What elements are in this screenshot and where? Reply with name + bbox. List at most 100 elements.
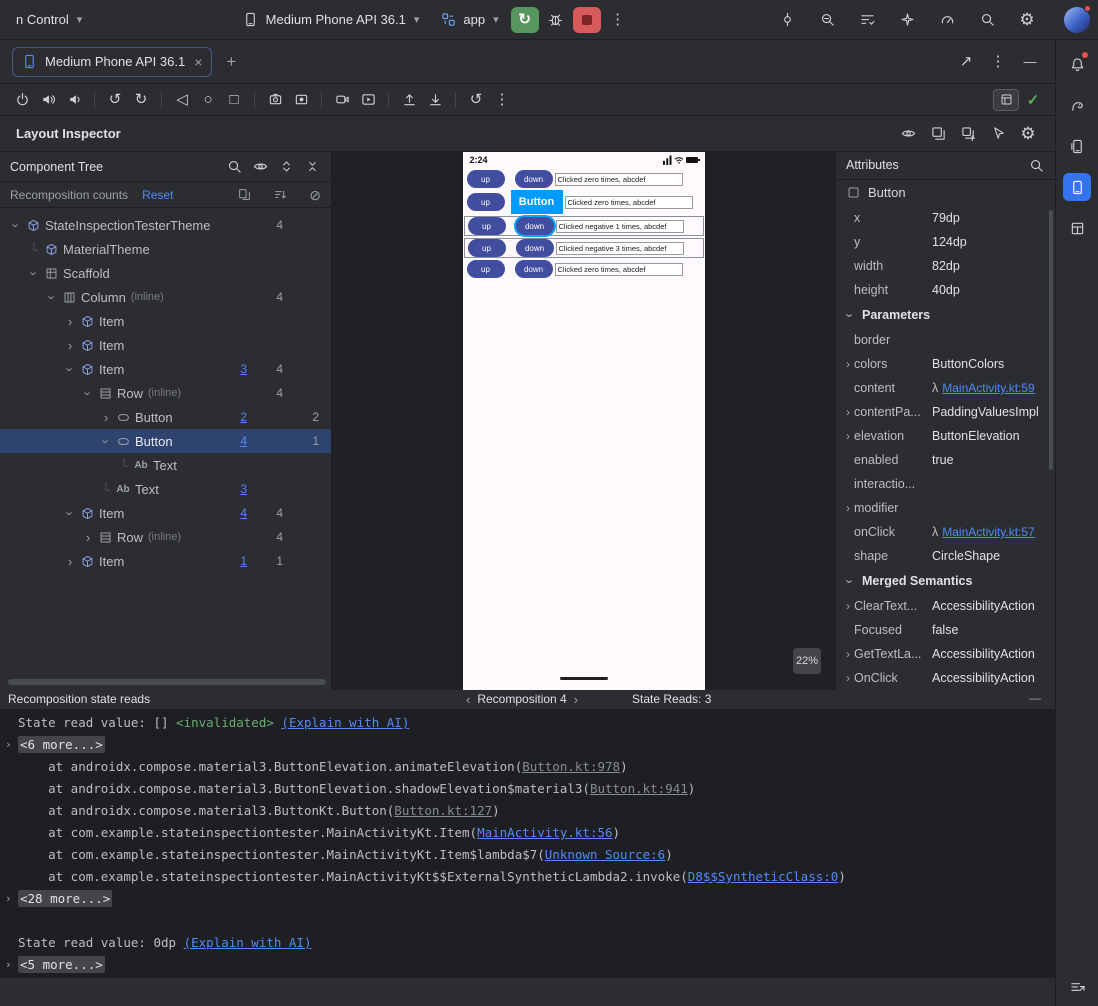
push-file-button[interactable] — [423, 88, 447, 112]
snapshot-button[interactable] — [955, 121, 981, 147]
tab-options-button[interactable]: ⋮ — [985, 49, 1011, 75]
device-frame-toggle[interactable] — [993, 88, 1019, 111]
explain-with-ai-link[interactable]: Unknown Source:6 — [545, 847, 665, 862]
prev-recomposition-button[interactable]: ‹ — [466, 693, 470, 706]
collapsed-frames-chip[interactable]: <28 more...> — [18, 890, 113, 907]
source-location-link[interactable]: MainActivity.kt:57 — [942, 525, 1034, 539]
virtual-camera-button[interactable] — [356, 88, 380, 112]
tree-node-row[interactable]: › Row (inline) 4 — [0, 381, 331, 405]
tab-medium-phone[interactable]: Medium Phone API 36.1 × — [12, 46, 213, 77]
recomposition-nav-count[interactable]: 3 — [211, 482, 247, 496]
recomposition-nav-count[interactable]: 4 — [211, 506, 247, 520]
tree-expander-icon[interactable]: › — [98, 410, 114, 425]
tree-node-text[interactable]: └ Ab Text 3 — [0, 477, 331, 501]
collapsed-frames-chip[interactable]: <6 more...> — [18, 736, 105, 753]
tree-expander-icon[interactable]: › — [45, 289, 60, 305]
device-selector[interactable]: Medium Phone API 36.1 ▾ — [234, 6, 428, 34]
console-expander-icon[interactable]: › — [5, 954, 12, 976]
user-avatar[interactable] — [1064, 4, 1091, 33]
skip-counts-icon[interactable]: ⊘ — [309, 188, 321, 202]
notifications-button[interactable] — [1063, 50, 1091, 78]
attribute-expander-icon[interactable]: › — [842, 647, 854, 661]
attribute-expander-icon[interactable]: › — [842, 357, 854, 371]
tree-expander-icon[interactable]: › — [80, 530, 96, 545]
tree-node-column[interactable]: › Column (inline) 4 — [0, 285, 331, 309]
background-tasks-button[interactable] — [1063, 972, 1091, 1000]
close-tab-button[interactable]: × — [194, 54, 202, 70]
tree-horizontal-scrollbar[interactable] — [8, 679, 326, 685]
minimize-console-button[interactable]: — — [1029, 691, 1041, 705]
search-replace-button[interactable] — [814, 7, 840, 33]
hide-window-button[interactable]: — — [1017, 49, 1043, 75]
select-component-button[interactable] — [985, 121, 1011, 147]
inspector-settings-button[interactable]: ⚙ — [1015, 121, 1041, 147]
attribute-expander-icon[interactable]: › — [842, 599, 854, 613]
device-button-down[interactable]: down — [515, 217, 554, 235]
tree-node-stateinspectiontestertheme[interactable]: › StateInspectionTesterTheme 4 — [0, 213, 331, 237]
screen-record-button[interactable] — [289, 88, 313, 112]
attribute-expander-icon[interactable]: › — [842, 671, 854, 685]
console-expander-icon[interactable]: › — [5, 888, 12, 910]
commit-button[interactable] — [774, 7, 800, 33]
tree-expander-icon[interactable]: › — [62, 314, 78, 329]
explain-with-ai-link[interactable]: D8$$SyntheticClass:0 — [688, 869, 839, 884]
stack-frame-link[interactable]: Button.kt:978 — [522, 759, 620, 774]
tree-expander-icon[interactable]: › — [99, 433, 114, 449]
console-expander-icon[interactable]: › — [5, 734, 12, 756]
extended-controls-button[interactable]: ⋮ — [490, 88, 514, 112]
explain-with-ai-link[interactable]: (Explain with AI) — [184, 935, 312, 950]
tree-node-row[interactable]: › Row (inline) 4 — [0, 525, 331, 549]
tree-expander-icon[interactable]: › — [81, 385, 96, 401]
tree-filter-button[interactable] — [249, 156, 271, 178]
device-button-down[interactable]: down — [515, 239, 554, 257]
overview-button[interactable]: □ — [222, 88, 246, 112]
sort-counts-icon[interactable] — [274, 188, 287, 201]
version-control-menu[interactable]: n Control ▾ — [8, 6, 90, 34]
stack-frame-link[interactable]: Button.kt:127 — [394, 803, 492, 818]
collapsed-frames-chip[interactable]: <5 more...> — [18, 956, 105, 973]
power-button[interactable] — [10, 88, 34, 112]
attribute-expander-icon[interactable]: › — [842, 429, 854, 443]
source-location-link[interactable]: MainActivity.kt:59 — [942, 381, 1034, 395]
tree-node-scaffold[interactable]: › Scaffold — [0, 261, 331, 285]
expand-all-button[interactable] — [275, 156, 297, 178]
more-run-actions-button[interactable]: ⋮ — [605, 7, 631, 33]
rotate-right-button[interactable]: ↻ — [129, 88, 153, 112]
run-config-selector[interactable]: app ▾ — [431, 6, 506, 34]
recomposition-nav-count[interactable]: 3 — [211, 362, 247, 376]
device-button-down[interactable]: down — [514, 260, 553, 278]
tree-node-item[interactable]: › Item 4 4 — [0, 501, 331, 525]
recomposition-nav-count[interactable]: 4 — [211, 434, 247, 448]
device-button-down[interactable]: down — [514, 170, 553, 188]
profiler-button[interactable] — [934, 7, 960, 33]
tree-node-button[interactable]: › Button 2 2 — [0, 405, 331, 429]
tree-node-materialtheme[interactable]: └ MaterialTheme — [0, 237, 331, 261]
device-button-up[interactable]: up — [466, 193, 505, 211]
tree-expander-icon[interactable]: › — [9, 217, 24, 233]
tree-expander-icon[interactable]: › — [62, 338, 78, 353]
home-button[interactable]: ○ — [196, 88, 220, 112]
zoom-level-badge[interactable]: 22% — [792, 648, 821, 674]
live-updates-button[interactable] — [895, 121, 921, 147]
tree-expander-icon[interactable]: › — [62, 554, 78, 569]
attributes-section-merged-semantics[interactable]: › Merged Semantics — [836, 568, 1055, 594]
tree-expander-icon[interactable]: › — [63, 361, 78, 377]
collapse-all-button[interactable] — [301, 156, 323, 178]
tree-search-button[interactable] — [223, 156, 245, 178]
recomposition-nav-count[interactable]: 1 — [211, 554, 247, 568]
tree-node-text[interactable]: └ Ab Text — [0, 453, 331, 477]
search-everywhere-button[interactable] — [974, 7, 1000, 33]
attributes-search-button[interactable] — [1025, 154, 1047, 176]
ai-assistant-button[interactable] — [894, 7, 920, 33]
recomposition-nav-count[interactable]: 2 — [211, 410, 247, 424]
task-list-button[interactable] — [854, 7, 880, 33]
attribute-expander-icon[interactable]: › — [842, 501, 854, 515]
add-device-tab-button[interactable]: + — [218, 49, 244, 75]
tree-expander-icon[interactable]: › — [27, 265, 42, 281]
screenshot-button[interactable] — [263, 88, 287, 112]
attributes-section-parameters[interactable]: › Parameters — [836, 302, 1055, 328]
tree-node-item[interactable]: › Item 3 4 — [0, 357, 331, 381]
stack-frame-link[interactable]: Button.kt:941 — [590, 781, 688, 796]
attributes-scrollbar[interactable] — [1049, 210, 1053, 470]
tree-node-button[interactable]: › Button 4 1 — [0, 429, 331, 453]
